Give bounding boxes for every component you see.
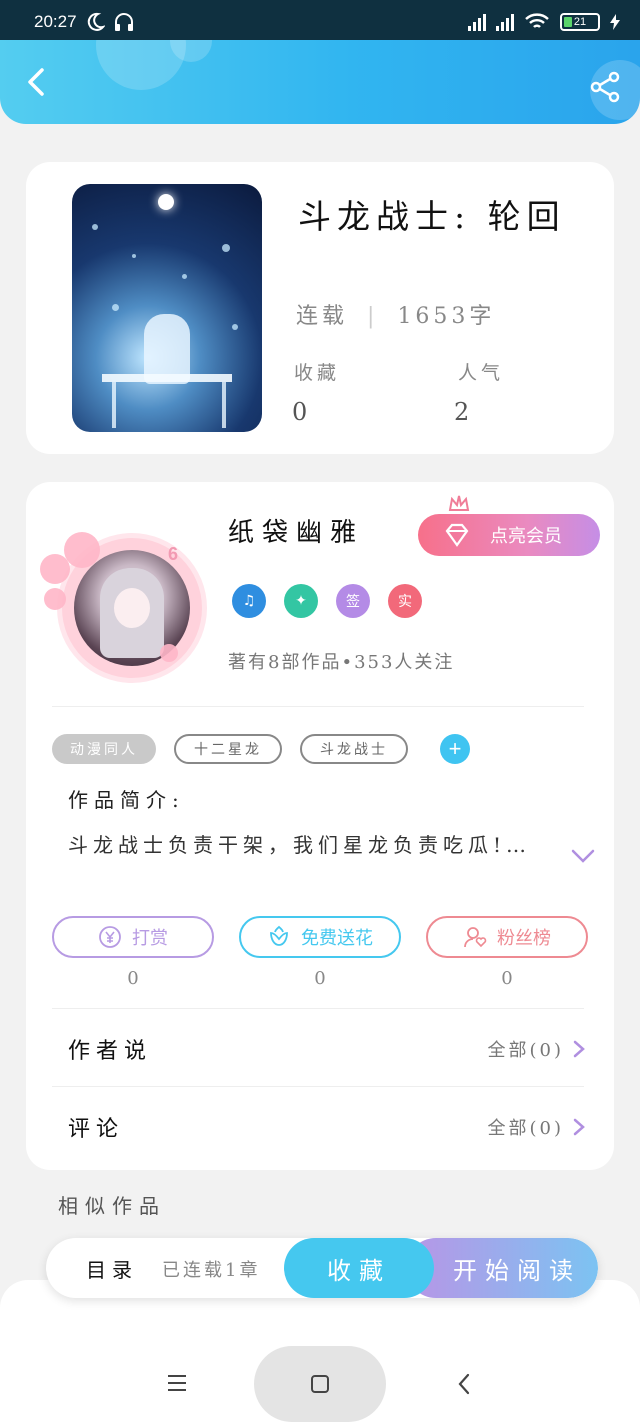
comments-count: 全部(0) [487, 1118, 564, 1139]
home-icon[interactable] [310, 1374, 330, 1394]
divider [52, 1086, 584, 1087]
collect-button[interactable]: 收藏 [284, 1238, 434, 1298]
book-title: 斗龙战士: 轮回 [298, 197, 566, 236]
author-name[interactable]: 纸袋幽雅 [228, 512, 364, 549]
start-reading-button[interactable]: 开始阅读 [406, 1238, 598, 1298]
tag-item[interactable]: 动漫同人 [52, 734, 156, 764]
signal-icon [496, 13, 514, 31]
back-button[interactable] [18, 62, 58, 102]
battery-level: 21 [573, 16, 587, 28]
intro-text: 斗龙战士负责干架，我们星龙负责吃瓜!… [68, 833, 532, 857]
chevron-right-icon [573, 1118, 585, 1136]
comments-row[interactable]: 评论 全部(0) [26, 1092, 614, 1162]
favorites-value: 0 [292, 398, 308, 426]
flower-count: 0 [314, 968, 326, 989]
toc-button[interactable]: 目录 [86, 1254, 138, 1283]
signal-icon [468, 13, 486, 31]
vip-label: 点亮会员 [490, 526, 562, 546]
author-says-title: 作者说 [68, 1039, 153, 1064]
headphones-icon [114, 13, 133, 31]
send-flower-label: 免费送花 [301, 928, 373, 948]
book-info-card: 斗龙战士: 轮回 连载 | 1653字 收藏 0 人气 2 [26, 162, 614, 454]
author-says-row[interactable]: 作者说 全部(0) [26, 1014, 614, 1084]
status-bar: 20:27 21 [0, 0, 640, 44]
popularity-value: 2 [454, 398, 470, 426]
author-avatar[interactable]: 6 [40, 514, 202, 678]
divider [52, 706, 584, 707]
collect-label: 收藏 [327, 1256, 391, 1285]
diamond-icon [445, 523, 469, 547]
chevron-down-icon[interactable] [570, 846, 596, 866]
book-status: 连载 [296, 304, 349, 329]
author-says-count: 全部(0) [487, 1040, 564, 1061]
author-card: 6 纸袋幽雅 点亮会员 ♫ ✦ 签 实 著有8部作品•353人关注 动漫同人 十… [26, 482, 614, 1170]
intro-label: 作品简介: [68, 788, 185, 812]
divider [52, 1008, 584, 1009]
comments-title: 评论 [68, 1117, 125, 1142]
back-nav-icon[interactable] [456, 1372, 472, 1396]
charging-icon [610, 14, 620, 30]
book-word-count: 1653字 [397, 304, 496, 329]
book-cover[interactable] [72, 184, 262, 432]
author-badges: ♫ ✦ 签 实 [232, 584, 422, 618]
tag-item[interactable]: 十二星龙 [174, 734, 282, 764]
reward-label: 打赏 [132, 928, 168, 948]
chevron-right-icon [573, 1040, 585, 1058]
book-meta: 连载 | 1653字 [296, 304, 496, 329]
toc-chapter-count[interactable]: 已连载1章 [162, 1256, 260, 1282]
flower-icon [270, 925, 288, 946]
reading-action-bar: 目录 已连载1章 开始阅读 收藏 [46, 1238, 598, 1298]
similar-works-label: 相似作品 [58, 1194, 166, 1218]
verified-badge[interactable]: 实 [388, 584, 422, 618]
start-reading-label: 开始阅读 [453, 1256, 581, 1285]
share-icon[interactable] [588, 70, 622, 104]
battery-icon: 21 [560, 13, 600, 31]
status-time: 20:27 [34, 12, 77, 31]
level-badge: 6 [168, 544, 179, 564]
reward-button[interactable]: 打赏 [52, 916, 214, 958]
popularity-label: 人气 [458, 362, 505, 384]
fan-ranking-button[interactable]: 粉丝榜 [426, 916, 588, 958]
tag-list: 动漫同人 十二星龙 斗龙战士 + [52, 734, 470, 764]
menu-icon[interactable] [166, 1374, 188, 1392]
fan-count: 0 [501, 968, 513, 989]
send-flower-button[interactable]: 免费送花 [239, 916, 401, 958]
wifi-icon [525, 13, 549, 28]
music-badge-icon[interactable]: ♫ [232, 584, 266, 618]
handshake-badge-icon[interactable]: ✦ [284, 584, 318, 618]
header-bar [0, 40, 640, 124]
system-nav-bar [0, 1340, 640, 1422]
user-icon [464, 927, 487, 948]
tag-item[interactable]: 斗龙战士 [300, 734, 408, 764]
add-tag-button[interactable]: + [440, 734, 470, 764]
reward-count: 0 [127, 968, 139, 989]
vip-button[interactable]: 点亮会员 [418, 495, 600, 556]
fan-ranking-label: 粉丝榜 [497, 928, 551, 948]
yen-icon [99, 926, 121, 948]
signed-badge[interactable]: 签 [336, 584, 370, 618]
favorites-label: 收藏 [294, 362, 341, 384]
moon-icon [87, 12, 105, 31]
author-stats: 著有8部作品•353人关注 [228, 652, 455, 673]
crown-icon [448, 495, 470, 511]
